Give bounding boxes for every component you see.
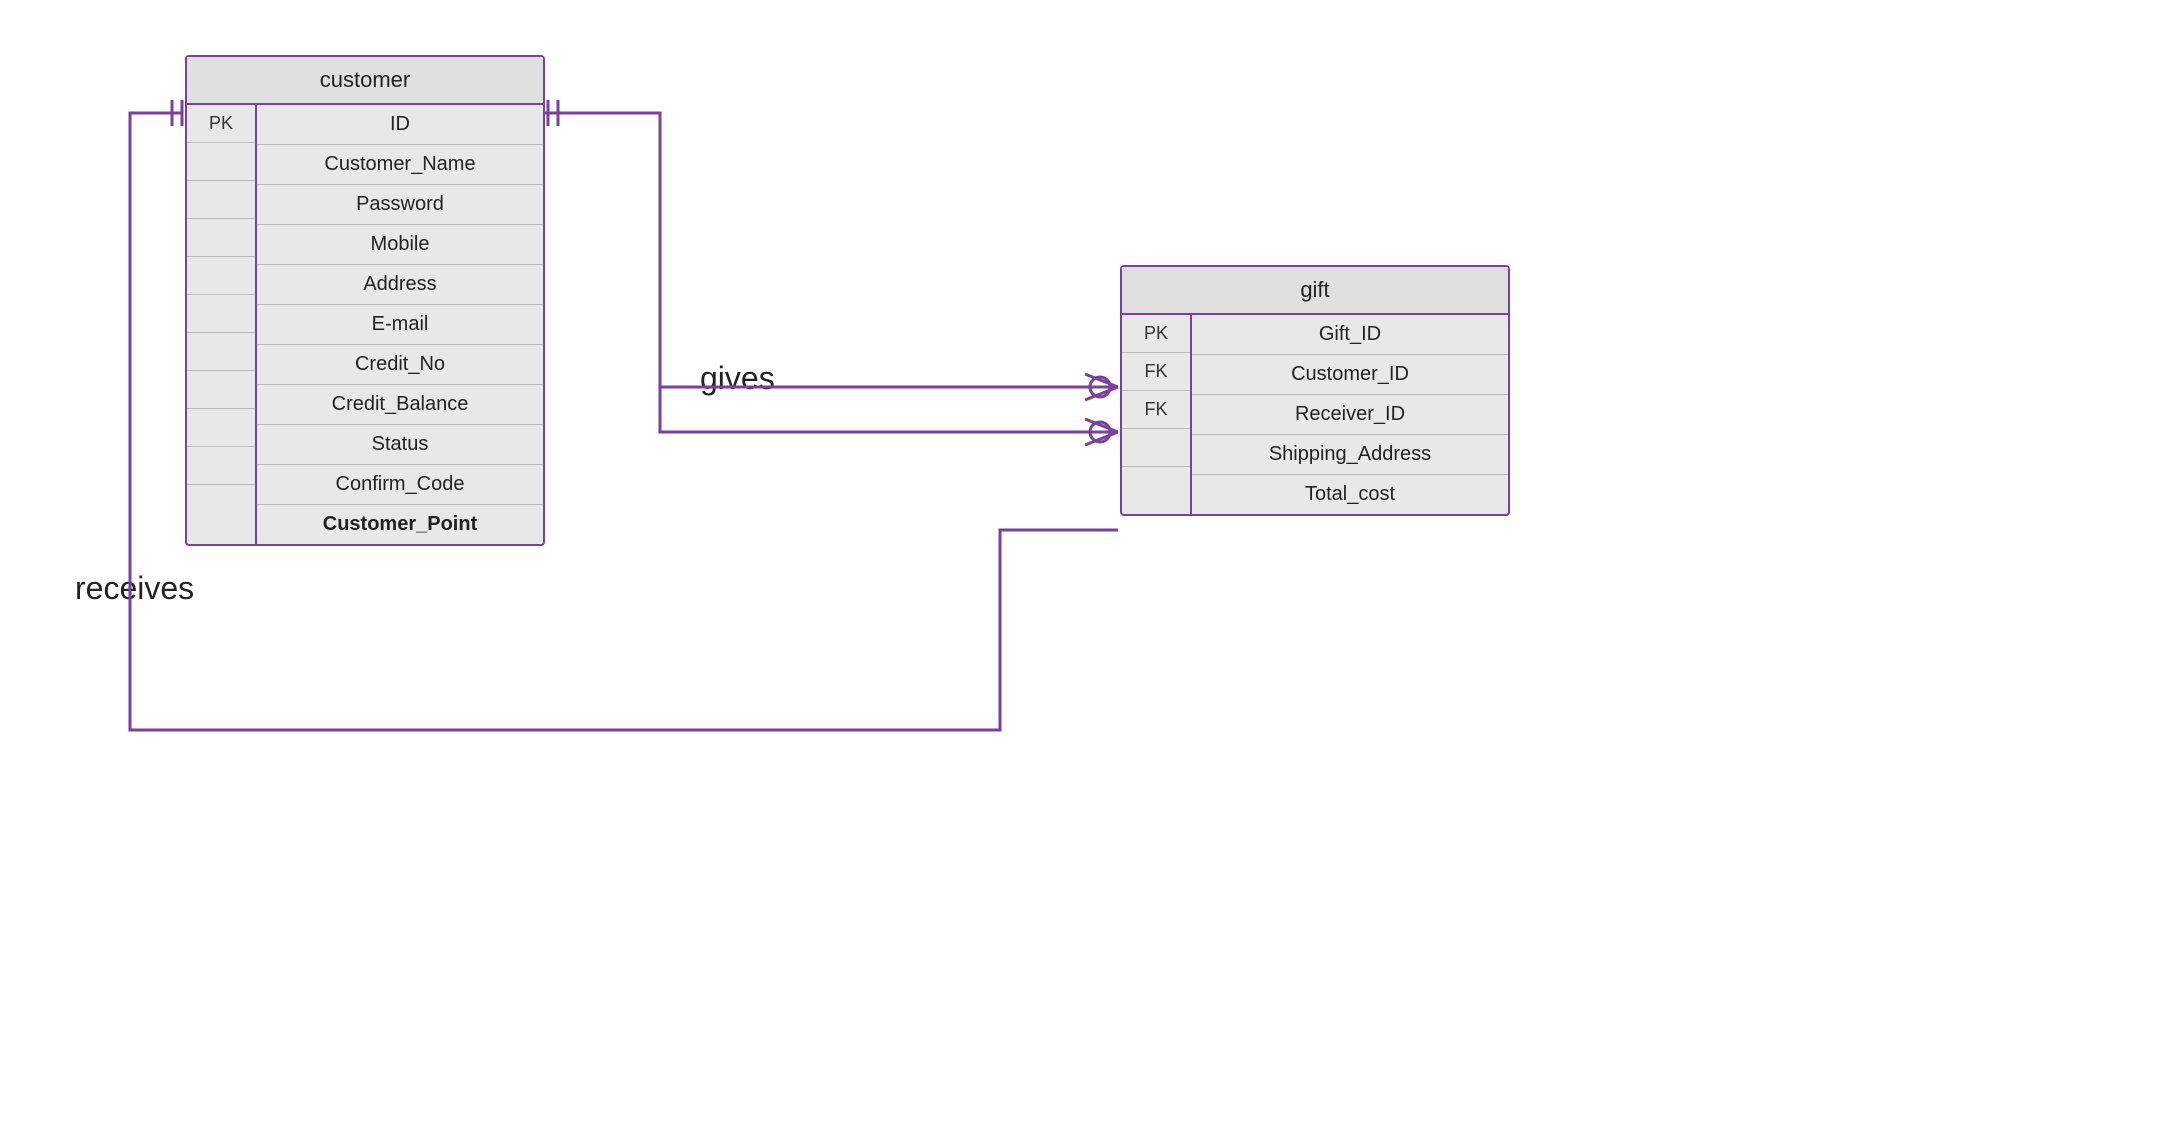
customer-field-confirmcode: Confirm_Code xyxy=(257,465,543,505)
customer-pk-empty-3: — xyxy=(187,219,255,257)
gift-empty2: — xyxy=(1122,467,1190,504)
customer-field-creditbalance: Credit_Balance xyxy=(257,385,543,425)
gift-empty1: — xyxy=(1122,429,1190,467)
customer-pk-empty-2: — xyxy=(187,181,255,219)
customer-field-email: E-mail xyxy=(257,305,543,345)
gives-connector-customer-id xyxy=(545,113,1118,387)
customer-field-id: ID xyxy=(257,105,543,145)
gift-field-shippingaddress: Shipping_Address xyxy=(1192,435,1508,475)
gift-receiverid-crow2 xyxy=(1085,432,1118,445)
customer-field-password: Password xyxy=(257,185,543,225)
gift-field-giftid: Gift_ID xyxy=(1192,315,1508,355)
customer-table: customer PK — — — — — — — — — — ID Custo… xyxy=(185,55,545,546)
customer-table-title: customer xyxy=(187,57,543,105)
gift-table: gift PK FK FK — — Gift_ID Customer_ID Re… xyxy=(1120,265,1510,516)
gift-table-title: gift xyxy=(1122,267,1508,315)
gift-pk-cell: PK xyxy=(1122,315,1190,353)
customer-pk-empty-4: — xyxy=(187,257,255,295)
gift-receiverid-crow1 xyxy=(1085,419,1118,432)
gift-customerid-crow1 xyxy=(1085,374,1118,387)
customer-pk-empty-5: — xyxy=(187,295,255,333)
customer-pk-empty-9: — xyxy=(187,447,255,485)
gift-field-customerid: Customer_ID xyxy=(1192,355,1508,395)
diagram-canvas: customer PK — — — — — — — — — — ID Custo… xyxy=(0,0,2171,1139)
customer-pk-col: PK — — — — — — — — — — xyxy=(187,105,257,544)
gift-field-totalcost: Total_cost xyxy=(1192,475,1508,514)
customer-pk-empty-6: — xyxy=(187,333,255,371)
gift-fk2-cell: FK xyxy=(1122,391,1190,429)
customer-field-customerpoint: Customer_Point xyxy=(257,505,543,544)
customer-pk-empty-7: — xyxy=(187,371,255,409)
customer-field-creditno: Credit_No xyxy=(257,345,543,385)
customer-pk-empty-8: — xyxy=(187,409,255,447)
customer-pk-empty-1: — xyxy=(187,143,255,181)
customer-field-name: Customer_Name xyxy=(257,145,543,185)
gift-customerid-circle xyxy=(1090,377,1110,397)
customer-pk-id: PK xyxy=(187,105,255,143)
receives-label: receives xyxy=(75,570,194,607)
customer-field-mobile: Mobile xyxy=(257,225,543,265)
gift-receiverid-circle xyxy=(1090,422,1110,442)
customer-fields-col: ID Customer_Name Password Mobile Address… xyxy=(257,105,543,544)
gift-field-receiverid: Receiver_ID xyxy=(1192,395,1508,435)
customer-field-status: Status xyxy=(257,425,543,465)
gift-pk-col: PK FK FK — — xyxy=(1122,315,1192,514)
gift-customerid-crow2 xyxy=(1085,387,1118,400)
customer-pk-empty-10: — xyxy=(187,485,255,522)
customer-field-address: Address xyxy=(257,265,543,305)
gives-label: gives xyxy=(700,360,775,397)
gift-fk1-cell: FK xyxy=(1122,353,1190,391)
gift-fields-col: Gift_ID Customer_ID Receiver_ID Shipping… xyxy=(1192,315,1508,514)
